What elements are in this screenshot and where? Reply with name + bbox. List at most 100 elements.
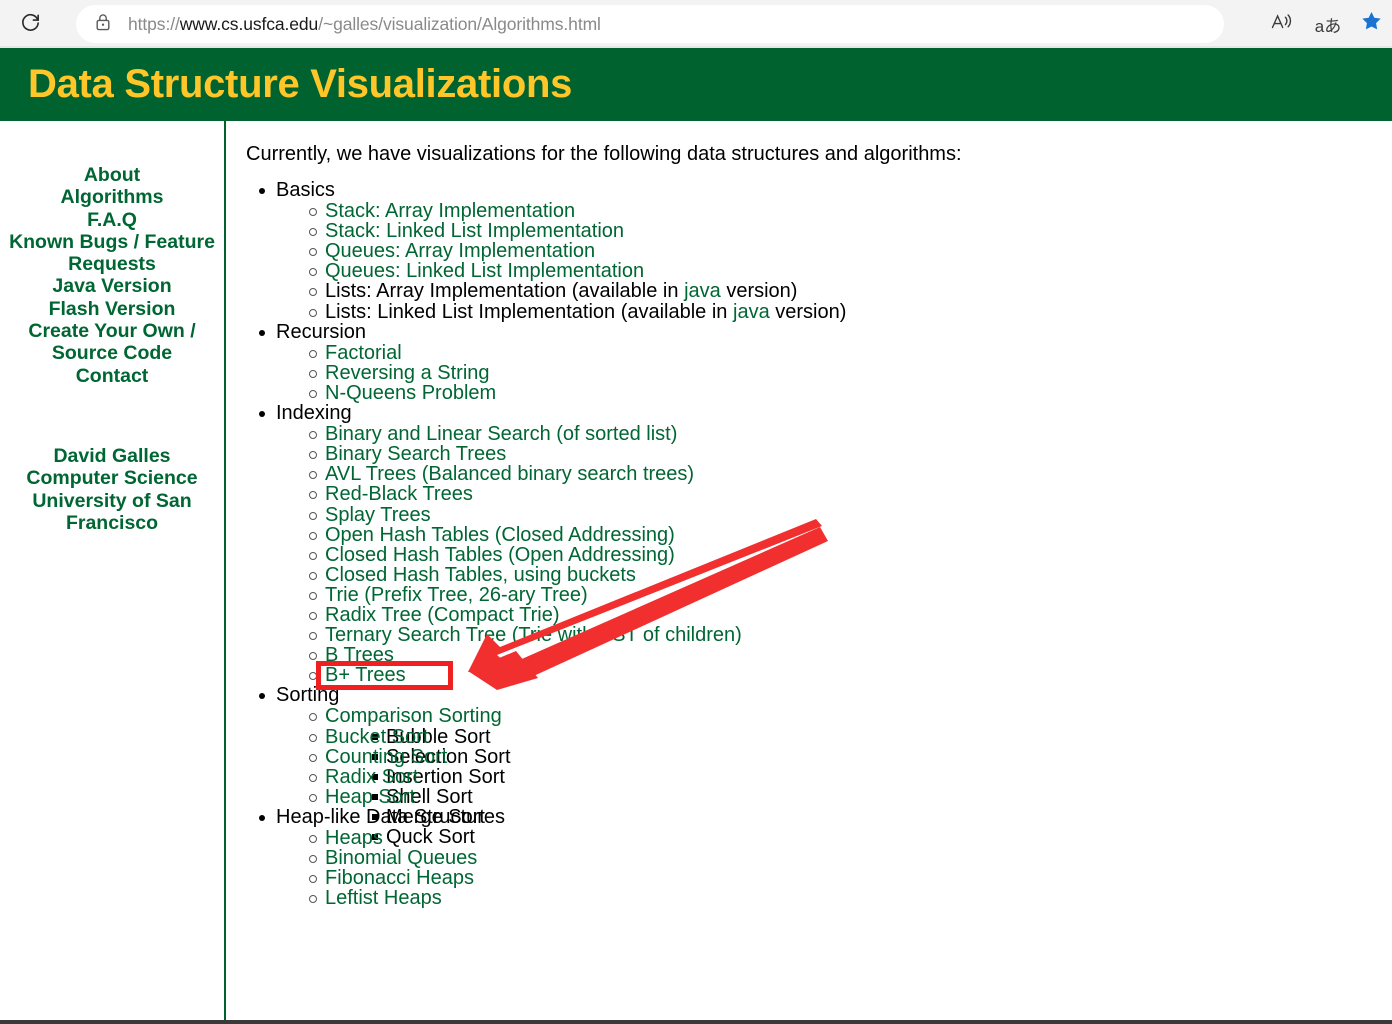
sidebar-link-contact[interactable]: Contact (0, 365, 224, 387)
outline-item: Stack: Linked List Implementation (298, 221, 1392, 241)
viz-label: version) (769, 300, 847, 323)
outline-item: Lists: Linked List Implementation (avail… (298, 302, 1392, 322)
window-bottom-border (0, 1020, 1392, 1024)
visualizations-outline: Basics Stack: Array Implementation Stack: … (246, 180, 1392, 908)
outline-item: B Trees (298, 645, 1392, 665)
viz-link[interactable]: Closed Hash Tables (Open Addressing) (325, 544, 675, 566)
lock-icon (95, 13, 111, 36)
viz-link[interactable]: Splay Trees (325, 504, 431, 526)
viz-link[interactable]: B+ Trees (325, 664, 406, 686)
outline-sublist: Factorial Reversing a String N-Queens Prob… (298, 343, 1392, 403)
address-bar[interactable]: https://www.cs.usfca.edu/~galles/visuali… (76, 5, 1224, 43)
outline-item: Heaps (298, 828, 1392, 848)
outline-item: Bucket Sort (298, 726, 1392, 748)
outline-sublist: Stack: Array Implementation Stack: Linked… (298, 201, 1392, 322)
viz-link[interactable]: Queues: Array Implementation (325, 240, 595, 262)
outline-category: Recursion Factorial Reversing a String N-Qu… (246, 322, 1392, 403)
viz-link[interactable]: N-Queens Problem (325, 382, 496, 404)
url-path: /~galles/visualization/Algorithms.html (318, 13, 601, 34)
viz-link[interactable]: Factorial (325, 342, 402, 364)
viz-link[interactable]: Binomial Queues (325, 847, 477, 869)
sidebar-affiliation: David Galles Computer Science University… (26, 444, 198, 534)
read-aloud-button[interactable] (1263, 5, 1301, 43)
outline-item: Reversing a String (298, 363, 1392, 383)
url-text[interactable]: https://www.cs.usfca.edu/~galles/visuali… (128, 14, 601, 35)
viz-link[interactable]: Fibonacci Heaps (325, 867, 474, 889)
viz-link[interactable]: Ternary Search Tree (Trie with BST of ch… (325, 624, 742, 646)
outline-item: Heap Sort (298, 787, 1392, 807)
intro-text: Currently, we have visualizations for th… (246, 143, 962, 165)
favorites-button[interactable] (1352, 5, 1390, 43)
viz-label: version) (720, 280, 798, 303)
main-content: Currently, we have visualizations for th… (228, 121, 1392, 1021)
outline-category: Indexing Binary and Linear Search (of sor… (246, 403, 1392, 685)
viz-link[interactable]: AVL Trees (Balanced binary search trees) (325, 463, 694, 485)
viz-label: Lists: Linked List Implementation (avail… (325, 300, 733, 323)
viz-link[interactable]: Heaps (325, 827, 383, 849)
outline-item: B+ Trees (298, 665, 1392, 685)
viz-link-inline[interactable]: java (684, 280, 721, 302)
category-label: Recursion (276, 320, 367, 343)
page-body: About Algorithms F.A.Q Known Bugs / Feat… (0, 121, 1392, 1021)
viz-link[interactable]: Radix Tree (Compact Trie) (325, 604, 560, 626)
translate-button[interactable]: aあ (1309, 5, 1347, 43)
viz-link[interactable]: B Trees (325, 644, 394, 666)
viz-link[interactable]: Bucket Sort (325, 726, 428, 748)
viz-link-inline[interactable]: java (733, 301, 770, 323)
reload-button[interactable] (8, 2, 52, 46)
outline-sublist: Comparison Sorting Bubble Sort Selection S… (298, 705, 1392, 847)
url-host: www.cs.usfca.edu (179, 13, 319, 34)
viz-link[interactable]: Stack: Linked List Implementation (325, 220, 624, 242)
outline-sublist: Binary and Linear Search (of sorted list… (298, 424, 1392, 685)
viz-link[interactable]: Reversing a String (325, 362, 490, 384)
favorites-star-icon (1360, 10, 1383, 38)
outline-item: Binary and Linear Search (of sorted list… (298, 424, 1392, 444)
outline-item: AVL Trees (Balanced binary search trees) (298, 464, 1392, 484)
translate-icon: aあ (1314, 16, 1342, 36)
viz-link[interactable]: Closed Hash Tables, using buckets (325, 564, 636, 586)
sidebar-link-faq[interactable]: F.A.Q (0, 209, 224, 231)
viz-link[interactable]: Queues: Linked List Implementation (325, 260, 644, 282)
viz-link[interactable]: Red-Black Trees (325, 483, 473, 505)
viz-link[interactable]: Radix Sort (325, 766, 418, 788)
viz-link[interactable]: Stack: Array Implementation (325, 200, 575, 222)
outline-item: Splay Trees (298, 504, 1392, 526)
page-banner: Data Structure Visualizations (0, 48, 1392, 121)
outline-item: Factorial (298, 343, 1392, 363)
category-label: Indexing (276, 402, 352, 425)
viz-link[interactable]: Trie (Prefix Tree, 26-ary Tree) (325, 584, 588, 606)
viz-label: Lists: Array Implementation (available i… (325, 280, 685, 303)
outline-category: Heap-like Data Structures Heaps Binomial Q… (246, 807, 1392, 908)
outline-item: Stack: Array Implementation (298, 201, 1392, 221)
read-aloud-icon (1270, 10, 1294, 39)
site-info-button[interactable] (86, 13, 120, 36)
sidebar-link-algorithms[interactable]: Algorithms (0, 186, 224, 208)
viz-link[interactable]: Leftist Heaps (325, 887, 442, 909)
outline-item: Fibonacci Heaps (298, 868, 1392, 888)
viz-link[interactable]: Open Hash Tables (Closed Addressing) (325, 524, 675, 546)
outline-category: Basics Stack: Array Implementation Stack: … (246, 180, 1392, 322)
outline-item: Trie (Prefix Tree, 26-ary Tree) (298, 585, 1392, 605)
outline-item: Radix Sort (298, 767, 1392, 787)
outline-item: Queues: Linked List Implementation (298, 261, 1392, 281)
outline-item: Comparison Sorting Bubble Sort Selection S… (298, 705, 1392, 847)
viz-link[interactable]: Comparison Sorting (325, 705, 502, 727)
sidebar-link-about[interactable]: About (0, 164, 224, 186)
viz-link[interactable]: Counting Sort (325, 746, 447, 768)
category-label: Basics (276, 179, 335, 201)
outline-item: Ternary Search Tree (Trie with BST of ch… (298, 625, 1392, 645)
outline-item: Open Hash Tables (Closed Addressing) (298, 525, 1392, 545)
sidebar-link-create-your-own[interactable]: Create Your Own / Source Code (0, 320, 224, 365)
category-label: Heap-like Data Structures (276, 805, 505, 828)
sidebar-link-flash-version[interactable]: Flash Version (0, 298, 224, 320)
sidebar-link-known-bugs[interactable]: Known Bugs / Feature Requests (0, 231, 224, 276)
viz-link[interactable]: Heap Sort (325, 786, 415, 808)
outline-item: Radix Tree (Compact Trie) (298, 605, 1392, 625)
page-title: Data Structure Visualizations (28, 62, 573, 106)
viz-link[interactable]: Binary Search Trees (325, 443, 506, 465)
outline-item: Leftist Heaps (298, 888, 1392, 908)
viz-link[interactable]: Binary and Linear Search (of sorted list… (325, 423, 677, 445)
outline-item: Closed Hash Tables (Open Addressing) (298, 545, 1392, 565)
category-label: Sorting (276, 684, 340, 707)
sidebar-link-java-version[interactable]: Java Version (0, 275, 224, 297)
